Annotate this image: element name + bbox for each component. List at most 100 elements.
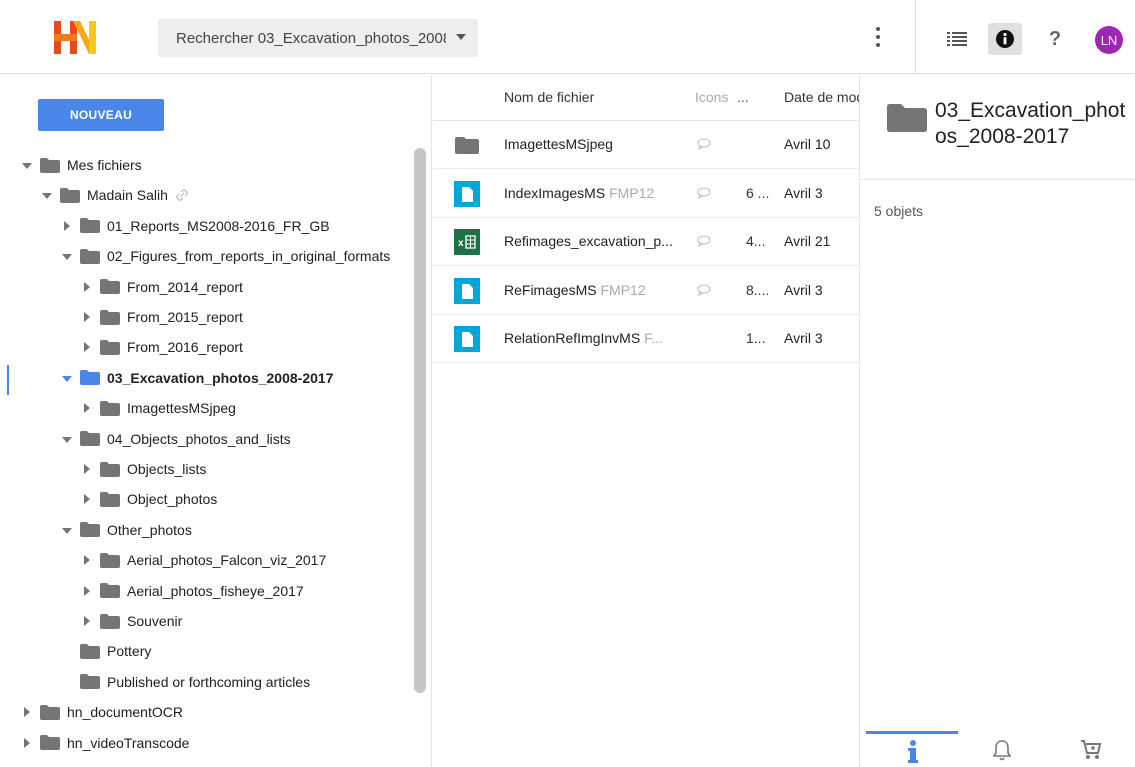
tree-item-label: 01_Reports_MS2008-2016_FR_GB	[107, 217, 330, 234]
tree-scrollbar[interactable]	[414, 148, 426, 693]
comment-icon[interactable]	[697, 138, 711, 150]
expand-more-icon[interactable]	[20, 736, 34, 750]
divider	[860, 179, 1135, 180]
tree-item-label: Objects_lists	[127, 461, 207, 477]
top-bar: Rechercher 03_Excavation_photos_2008-201…	[0, 0, 1135, 74]
tree-item-label: Aerial_photos_fisheye_2017	[127, 582, 304, 599]
new-button[interactable]: NOUVEAU	[38, 99, 164, 131]
hn-logo[interactable]	[52, 18, 102, 58]
expand-more-icon[interactable]	[80, 340, 94, 354]
expand-more-icon[interactable]	[60, 219, 74, 233]
comment-icon[interactable]	[697, 284, 711, 296]
tree-item[interactable]: 04_Objects_photos_and_lists	[60, 424, 291, 454]
tree-item[interactable]: Pottery	[60, 636, 151, 666]
comment-icon[interactable]	[697, 235, 711, 248]
column-header-more[interactable]: ...	[737, 89, 749, 105]
file-size: 1...	[746, 330, 766, 347]
tab-notifications[interactable]	[987, 739, 1017, 765]
folder-icon	[40, 157, 67, 173]
tree-item-label: Published or forthcoming articles	[107, 673, 311, 690]
folder-icon	[100, 491, 127, 507]
table-row[interactable]: ImagettesMSjpeg Avril 10	[433, 121, 859, 169]
tree-item[interactable]: Object_photos	[80, 484, 217, 514]
tree-item[interactable]: Other_photos	[60, 515, 192, 545]
file-size: 6 ...	[746, 184, 770, 201]
info-icon	[996, 30, 1014, 48]
column-header-name[interactable]: Nom de fichier	[504, 89, 594, 105]
folder-tree-panel: NOUVEAU Mes fichiers Madain Salih 01_Repor…	[0, 75, 432, 767]
tree-item-label: hn_documentOCR	[67, 704, 183, 721]
expand-less-icon[interactable]	[20, 158, 34, 172]
cart-icon	[1081, 740, 1102, 759]
expand-less-icon[interactable]	[60, 249, 74, 263]
expand-more-icon[interactable]	[80, 462, 94, 476]
expand-less-icon[interactable]	[60, 371, 74, 385]
table-row[interactable]: RelationRefImgInvMS F... 1... Avril 3	[433, 315, 859, 364]
table-row[interactable]: x Refimages_excavation_p... 4... Avril 21	[433, 218, 859, 267]
tab-cart[interactable]	[1076, 739, 1106, 765]
expand-more-icon[interactable]	[80, 401, 94, 415]
tree-item[interactable]: Aerial_photos_fisheye_2017	[80, 576, 304, 606]
expand-more-icon[interactable]	[80, 584, 94, 598]
comment-icon[interactable]	[697, 187, 711, 199]
tree-item[interactable]: Objects_lists	[80, 454, 206, 484]
tree-item-label: Souvenir	[127, 613, 183, 629]
help-button[interactable]: ?	[1038, 23, 1072, 55]
folder-icon	[40, 704, 67, 720]
expand-more-icon[interactable]	[80, 614, 94, 628]
expand-less-icon[interactable]	[60, 523, 74, 537]
tab-info[interactable]	[898, 739, 928, 765]
tree-item[interactable]: Mes fichiers	[20, 150, 142, 180]
folder-icon	[100, 400, 127, 416]
tree-item[interactable]: From_2015_report	[80, 302, 243, 332]
tree-item[interactable]: 03_Excavation_photos_2008-2017	[60, 363, 333, 393]
search-dropdown[interactable]: Rechercher 03_Excavation_photos_2008-201…	[158, 19, 478, 57]
expand-more-icon[interactable]	[80, 492, 94, 506]
item-count: 5 objets	[874, 203, 924, 219]
file-date: Avril 3	[784, 184, 823, 201]
folder-icon	[100, 552, 127, 568]
expand-more-icon[interactable]	[20, 705, 34, 719]
detail-title: 03_Excavation_photos_2008-2017	[935, 99, 1126, 148]
list-view-button[interactable]	[940, 23, 974, 55]
folder-icon	[80, 218, 107, 234]
file-date: Avril 10	[784, 136, 831, 152]
tree-item[interactable]: Aerial_photos_Falcon_viz_2017	[80, 545, 326, 575]
more-vert-icon[interactable]	[872, 26, 884, 48]
table-row[interactable]: IndexImagesMS FMP12 6 ... Avril 3	[433, 170, 859, 218]
column-header-date[interactable]: Date de modification	[784, 89, 859, 105]
file-name: Refimages_excavation_p...	[504, 233, 674, 249]
tree-item[interactable]: 01_Reports_MS2008-2016_FR_GB	[60, 211, 330, 241]
info-button[interactable]	[988, 23, 1022, 55]
expand-more-icon[interactable]	[80, 553, 94, 567]
tree-item[interactable]: Published or forthcoming articles	[60, 667, 310, 697]
folder-icon	[100, 339, 127, 355]
file-name-text: ImagettesMSjpeg	[504, 136, 613, 152]
tree-item[interactable]: hn_documentOCR	[20, 697, 183, 727]
help-icon: ?	[1048, 27, 1062, 50]
tree-item[interactable]: hn_videoTranscode	[20, 728, 189, 758]
tree-item[interactable]: Madain Salih	[40, 180, 188, 210]
tree-item-label: Pottery	[107, 643, 152, 660]
expand-more-icon[interactable]	[80, 280, 94, 294]
expand-less-icon[interactable]	[60, 432, 74, 446]
chevron-down-icon[interactable]	[456, 34, 466, 40]
tree-item[interactable]: ImagettesMSjpeg	[80, 393, 236, 423]
expand-less-icon[interactable]	[40, 188, 54, 202]
folder-icon	[40, 735, 67, 751]
expand-more-icon[interactable]	[80, 310, 94, 324]
table-row[interactable]: ReFimagesMS FMP12 8.... Avril 3	[433, 267, 859, 315]
topbar-divider	[915, 0, 916, 74]
file-name: ReFimagesMS FMP12	[504, 282, 674, 298]
column-header-icons[interactable]: Icons	[695, 89, 728, 105]
tree-item[interactable]: 02_Figures_from_reports_in_original_form…	[60, 241, 390, 271]
info-i-icon	[908, 740, 918, 763]
tree-item[interactable]: From_2016_report	[80, 332, 243, 362]
folder-icon	[100, 461, 127, 477]
tree-item[interactable]: From_2014_report	[80, 272, 243, 302]
file-size: 8....	[746, 281, 770, 298]
avatar[interactable]: LN	[1095, 26, 1123, 54]
tree-item[interactable]: Souvenir	[80, 606, 182, 636]
